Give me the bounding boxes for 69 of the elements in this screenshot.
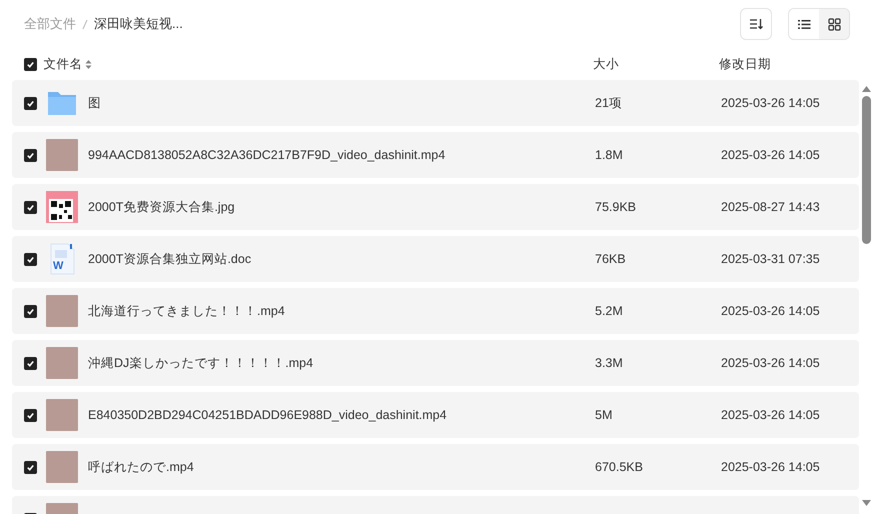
scroll-up-icon[interactable]	[862, 86, 871, 92]
checkbox[interactable]	[24, 304, 37, 318]
checkbox[interactable]	[24, 460, 37, 474]
file-name[interactable]: 2000T免费资源大合集.jpg	[88, 198, 235, 216]
modified-date: 2025-03-26 14:05	[721, 460, 820, 474]
sort-button[interactable]	[740, 8, 772, 40]
photo-placeholder	[46, 295, 78, 327]
checkmark-icon	[26, 410, 35, 420]
file-name[interactable]: 2000T资源合集独立网站.doc	[88, 250, 252, 268]
file-size: 21项	[595, 96, 622, 110]
file-name[interactable]: 北海道行ってきました！！！.mp4	[88, 302, 285, 320]
sort-icon[interactable]	[85, 58, 92, 70]
file-size: 670.5KB	[595, 460, 643, 474]
modified-date: 2025-03-26 14:05	[721, 148, 820, 162]
file-row[interactable]: 图 21项 2025-03-26 14:05	[12, 80, 859, 126]
file-size: 3.3M	[595, 356, 623, 370]
file-row[interactable]: 呼ばれたので.mp4 670.5KB 2025-03-26 14:05	[12, 444, 859, 490]
file-size: 5.2M	[595, 304, 623, 318]
file-size: 1.8M	[595, 148, 623, 162]
column-header: 大小	[593, 56, 619, 71]
file-name[interactable]: 994AACD8138052A8C32A36DC217B7F9D_video_dashinit.mp4	[88, 146, 446, 164]
qr-code-thumbnail	[46, 191, 78, 223]
checkbox[interactable]	[24, 252, 37, 266]
file-name[interactable]: 图	[88, 94, 101, 112]
checkbox[interactable]	[24, 408, 37, 422]
file-size: 76KB	[595, 252, 626, 266]
checkmark-icon	[26, 358, 35, 368]
file-row[interactable]: 沖縄DJ楽しかったです！！！！！.mp4 3.3M 2025-03-26 14:05	[12, 340, 859, 386]
scroll-down-icon[interactable]	[862, 500, 871, 506]
checkmark-icon	[26, 150, 35, 160]
file-size: 75.9KB	[595, 200, 636, 214]
checkmark-icon	[26, 98, 35, 108]
file-row[interactable]: 北海道行ってきました！！！.mp4 5.2M 2025-03-26 14:05	[12, 288, 859, 334]
grid-view-button[interactable]	[819, 9, 849, 39]
photo-placeholder	[46, 451, 78, 483]
checkmark-icon	[26, 462, 35, 472]
checkbox[interactable]	[24, 148, 37, 162]
photo-placeholder	[46, 347, 78, 379]
modified-date: 2025-03-26 14:05	[721, 408, 820, 422]
checkmark-icon	[26, 202, 35, 212]
checkmark-icon	[26, 254, 35, 264]
modified-date: 2025-03-26 14:05	[721, 96, 820, 110]
column-header: 修改日期	[719, 56, 771, 71]
list-icon	[798, 18, 810, 30]
file-name[interactable]: 沖縄DJ楽しかったです！！！！！.mp4	[88, 354, 314, 372]
checkbox[interactable]	[24, 200, 37, 214]
modified-date: 2025-03-26 14:05	[721, 304, 820, 318]
sort-icon	[749, 18, 763, 30]
checkmark-icon	[26, 60, 35, 68]
photo-placeholder	[46, 399, 78, 431]
breadcrumb-item: 深田咏美短视...	[94, 15, 183, 34]
column-header[interactable]: 文件名	[43, 54, 82, 74]
modified-date: 2025-08-27 14:43	[721, 200, 820, 214]
file-row[interactable]: W 2000T资源合集独立网站.doc 76KB 2025-03-31 07:35	[12, 236, 859, 282]
file-name[interactable]: 呼ばれたので.mp4	[88, 458, 194, 476]
file-size: 5M	[595, 408, 612, 422]
photo-placeholder	[46, 139, 78, 171]
file-row[interactable]: 994AACD8138052A8C32A36DC217B7F9D_video_dashinit.mp4 1.8M 2025-03-26 14:05	[12, 132, 859, 178]
modified-date: 2025-03-31 07:35	[721, 252, 820, 266]
file-row[interactable]: 2000T免费资源大合集.jpg 75.9KB 2025-08-27 14:43	[12, 184, 859, 230]
modified-date: 2025-03-26 14:05	[721, 356, 820, 370]
checkmark-icon	[26, 306, 35, 316]
checkbox[interactable]	[24, 58, 37, 70]
file-row[interactable]: E840350D2BD294C04251BDADD96E988D_video_dashinit.mp4 5M 2025-03-26 14:05	[12, 392, 859, 438]
grid-icon	[828, 18, 840, 30]
checkbox[interactable]	[24, 96, 37, 110]
checkbox[interactable]	[24, 356, 37, 370]
file-name[interactable]: E840350D2BD294C04251BDADD96E988D_video_dashinit.mp4	[88, 406, 447, 424]
scrollbar-thumb[interactable]	[862, 96, 871, 244]
